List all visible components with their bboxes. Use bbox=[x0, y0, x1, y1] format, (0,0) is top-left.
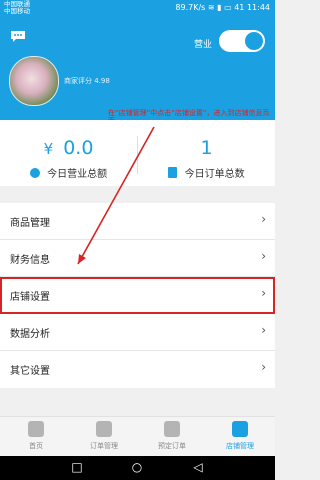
reservation-icon bbox=[164, 421, 180, 437]
recent-apps-button[interactable]: □ bbox=[67, 460, 87, 474]
home-icon bbox=[28, 421, 44, 437]
nav-label: 预定订单 bbox=[158, 442, 186, 450]
bottom-navigation: 首页 订单管理 预定订单 店铺管理 bbox=[0, 416, 275, 457]
annotation-arrow bbox=[77, 126, 155, 265]
nav-store-management[interactable]: 店铺管理 bbox=[206, 417, 274, 457]
nav-orders[interactable]: 订单管理 bbox=[70, 417, 138, 457]
nav-home[interactable]: 首页 bbox=[2, 417, 70, 457]
nav-label: 首页 bbox=[29, 442, 43, 450]
home-button[interactable]: ○ bbox=[127, 460, 147, 474]
android-navigation-bar: □ ○ ◁ bbox=[0, 456, 275, 480]
back-button[interactable]: ◁ bbox=[188, 460, 208, 474]
orders-icon bbox=[96, 421, 112, 437]
nav-reservations[interactable]: 预定订单 bbox=[138, 417, 206, 457]
nav-label: 店铺管理 bbox=[226, 442, 254, 450]
store-icon bbox=[232, 421, 248, 437]
nav-label: 订单管理 bbox=[90, 442, 118, 450]
